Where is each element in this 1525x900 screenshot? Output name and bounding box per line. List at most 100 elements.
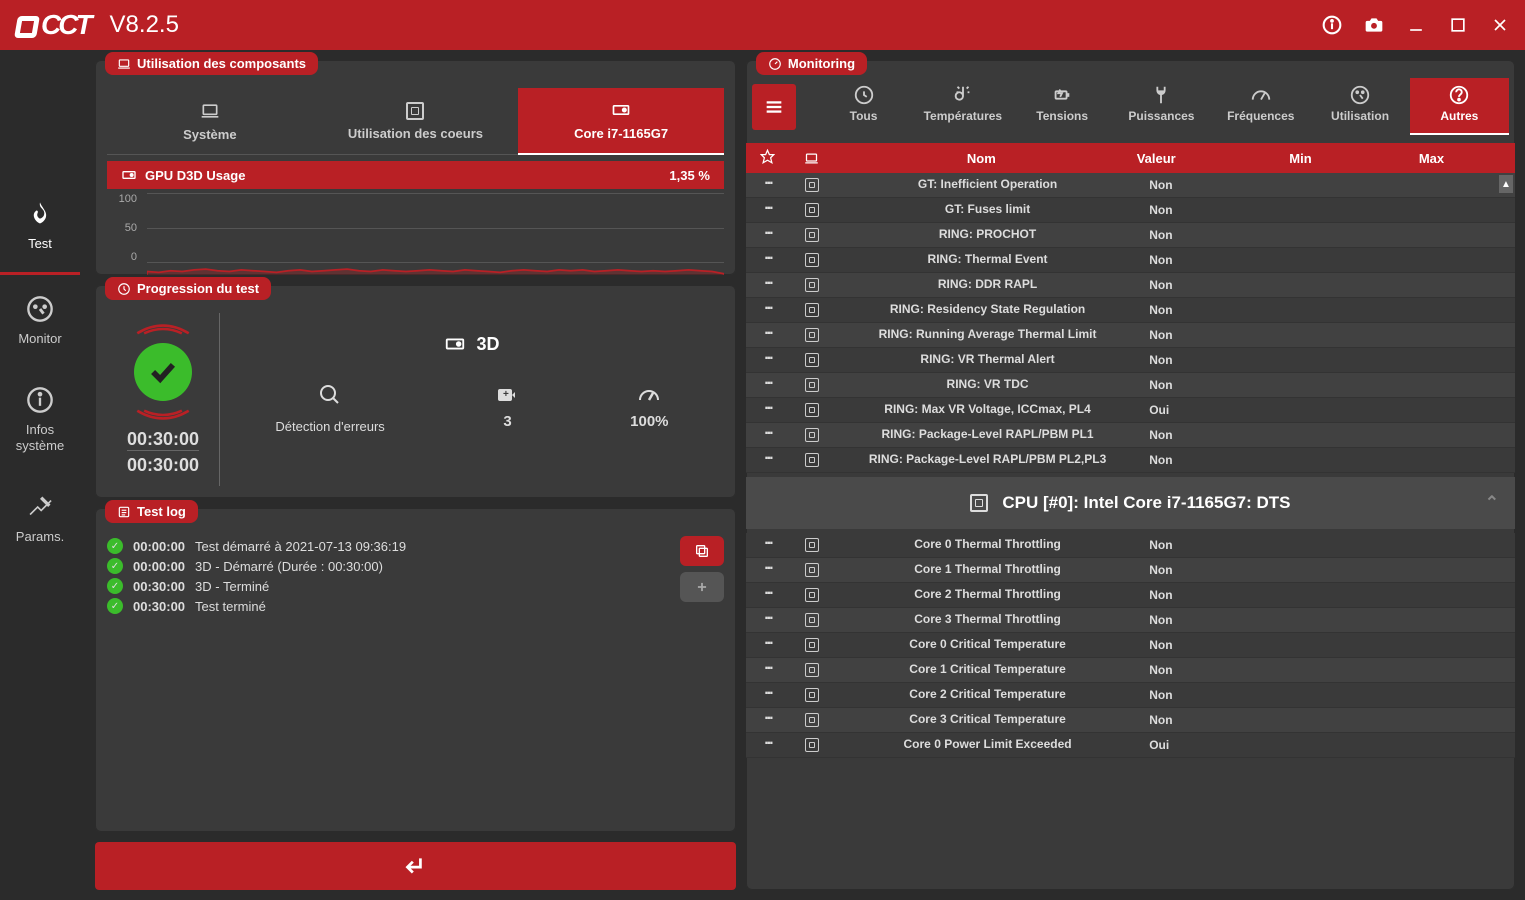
row-menu-icon[interactable]: ... xyxy=(764,346,771,363)
row-menu-icon[interactable]: ... xyxy=(764,556,771,573)
row-value: Non xyxy=(1141,453,1249,467)
cpu-icon xyxy=(805,613,819,627)
camera-plus-icon: + xyxy=(495,383,519,407)
cat-autres[interactable]: Autres xyxy=(1410,78,1509,135)
table-row[interactable]: ...RING: Residency State RegulationNon xyxy=(746,298,1515,323)
minimize-icon[interactable] xyxy=(1406,15,1426,35)
tab-coeurs[interactable]: Utilisation des coeurs xyxy=(313,88,519,155)
row-menu-icon[interactable]: ... xyxy=(764,173,771,188)
row-name: Core 2 Thermal Throttling xyxy=(834,588,1141,602)
row-menu-icon[interactable]: ... xyxy=(764,246,771,263)
cat-puissances[interactable]: Puissances xyxy=(1112,78,1211,135)
table-row[interactable]: ...Core 0 Critical TemperatureNon xyxy=(746,633,1515,658)
cat-tous[interactable]: Tous xyxy=(814,78,913,135)
table-row[interactable]: ...Core 2 Critical TemperatureNon xyxy=(746,683,1515,708)
table-row[interactable]: ...RING: Running Average Thermal LimitNo… xyxy=(746,323,1515,348)
sidebar-item-test[interactable]: Test xyxy=(0,180,80,275)
table-row[interactable]: ...Core 3 Critical TemperatureNon xyxy=(746,708,1515,733)
row-value: Non xyxy=(1141,588,1249,602)
camera-icon[interactable] xyxy=(1364,15,1384,35)
tab-label: Utilisation des coeurs xyxy=(348,126,483,141)
row-name: RING: Residency State Regulation xyxy=(834,303,1141,317)
header-value[interactable]: Valeur xyxy=(1129,151,1235,166)
row-name: GT: Fuses limit xyxy=(834,203,1141,217)
app-logo: CCT xyxy=(15,9,90,41)
row-value: Non xyxy=(1141,378,1249,392)
header-max[interactable]: Max xyxy=(1366,151,1497,166)
row-menu-icon[interactable]: ... xyxy=(764,396,771,413)
table-row[interactable]: ...RING: Thermal EventNon xyxy=(746,248,1515,273)
stat-percent: 100% xyxy=(630,383,668,436)
table-row[interactable]: ... RING: Package-Level RAPL/PBM PL2,PL3N… xyxy=(746,448,1515,473)
table-row[interactable]: ...RING: Max VR Voltage, ICCmax, PL4Oui xyxy=(746,398,1515,423)
monitoring-group[interactable]: CPU [#0]: Intel Core i7-1165G7: DTS⌃ xyxy=(746,477,1515,529)
table-row[interactable]: ...RING: VR TDCNon xyxy=(746,373,1515,398)
monitoring-table[interactable]: ▲ ...GT: Inefficient OperationNon... GT: … xyxy=(746,173,1515,890)
row-menu-icon[interactable]: ... xyxy=(764,656,771,673)
sidebar-item-sysinfo[interactable]: Infos système xyxy=(0,366,80,473)
cat-utilisation[interactable]: Utilisation xyxy=(1310,78,1409,135)
row-menu-icon[interactable]: ... xyxy=(764,321,771,338)
row-menu-icon[interactable]: ... xyxy=(764,196,771,213)
table-row[interactable]: ...GT: Inefficient OperationNon xyxy=(746,173,1515,198)
table-row[interactable]: ...RING: Package-Level RAPL/PBM PL1Non xyxy=(746,423,1515,448)
tab-systeme[interactable]: Système xyxy=(107,88,313,155)
gpu-icon xyxy=(611,100,631,120)
header-name[interactable]: Nom xyxy=(834,151,1129,166)
row-menu-icon[interactable]: ... xyxy=(764,706,771,723)
add-log-button[interactable] xyxy=(680,572,724,602)
table-row[interactable]: ...Core 3 Thermal ThrottlingNon xyxy=(746,608,1515,633)
log-text: 3D - Démarré (Durée : 00:30:00) xyxy=(195,559,383,574)
cat-temperatures[interactable]: Températures xyxy=(913,78,1012,135)
table-row[interactable]: ...Core 1 Critical TemperatureNon xyxy=(746,658,1515,683)
row-value: Non xyxy=(1141,638,1249,652)
row-menu-icon[interactable]: ... xyxy=(764,296,771,313)
star-icon[interactable] xyxy=(746,149,790,167)
row-menu-icon[interactable]: ... xyxy=(764,371,771,388)
row-menu-icon[interactable]: ... xyxy=(764,681,771,698)
sidebar-item-params[interactable]: Params. xyxy=(0,473,80,565)
gpu-label: GPU D3D Usage xyxy=(145,168,245,183)
table-row[interactable]: ...GT: Fuses limitNon xyxy=(746,198,1515,223)
row-menu-icon[interactable]: ... xyxy=(764,631,771,648)
row-menu-icon[interactable]: ... xyxy=(764,581,771,598)
table-row[interactable]: ... Core 2 Thermal ThrottlingNon xyxy=(746,583,1515,608)
gpu-icon xyxy=(444,333,466,355)
row-name: RING: Package-Level RAPL/PBM PL2,PL3 xyxy=(834,453,1141,467)
row-menu-icon[interactable]: ... xyxy=(764,606,771,623)
row-menu-icon[interactable]: ... xyxy=(764,421,771,438)
row-menu-icon[interactable]: ... xyxy=(764,271,771,288)
log-text: 3D - Terminé xyxy=(195,579,269,594)
table-row[interactable]: ...Core 0 Thermal ThrottlingNon xyxy=(746,533,1515,558)
back-button[interactable] xyxy=(95,842,736,890)
maximize-icon[interactable] xyxy=(1448,15,1468,35)
monitoring-menu-button[interactable] xyxy=(752,84,796,130)
row-name: Core 0 Power Limit Exceeded xyxy=(834,738,1141,752)
row-name: RING: PROCHOT xyxy=(834,228,1141,242)
sidebar-item-monitor[interactable]: Monitor xyxy=(0,275,80,367)
tab-cpu[interactable]: Core i7-1165G7 xyxy=(518,88,724,155)
table-row[interactable]: ...Core 0 Power Limit ExceededOui xyxy=(746,733,1515,758)
copy-log-button[interactable] xyxy=(680,536,724,566)
scroll-top-button[interactable]: ▲ xyxy=(1499,175,1513,193)
table-row[interactable]: ...Core 1 Thermal ThrottlingNon xyxy=(746,558,1515,583)
table-row[interactable]: ...RING: DDR RAPLNon xyxy=(746,273,1515,298)
row-menu-icon[interactable]: ... xyxy=(764,731,771,748)
table-row[interactable]: ...RING: VR Thermal AlertNon xyxy=(746,348,1515,373)
header-min[interactable]: Min xyxy=(1235,151,1366,166)
ytick: 0 xyxy=(107,251,137,263)
row-value: Non xyxy=(1141,663,1249,677)
gpu-usage-row[interactable]: GPU D3D Usage 1,35 % xyxy=(107,161,724,189)
sidebar-item-label: Params. xyxy=(16,529,64,545)
table-row[interactable]: ...RING: PROCHOTNon xyxy=(746,223,1515,248)
info-icon[interactable] xyxy=(1322,15,1342,35)
cpu-icon xyxy=(805,303,819,317)
close-icon[interactable] xyxy=(1490,15,1510,35)
cat-frequences[interactable]: Fréquences xyxy=(1211,78,1310,135)
thermometer-icon xyxy=(952,84,974,106)
row-value: Non xyxy=(1141,353,1249,367)
row-menu-icon[interactable]: ... xyxy=(764,221,771,238)
cat-tensions[interactable]: Tensions xyxy=(1013,78,1112,135)
row-menu-icon[interactable]: ... xyxy=(764,446,771,463)
row-menu-icon[interactable]: ... xyxy=(764,531,771,548)
